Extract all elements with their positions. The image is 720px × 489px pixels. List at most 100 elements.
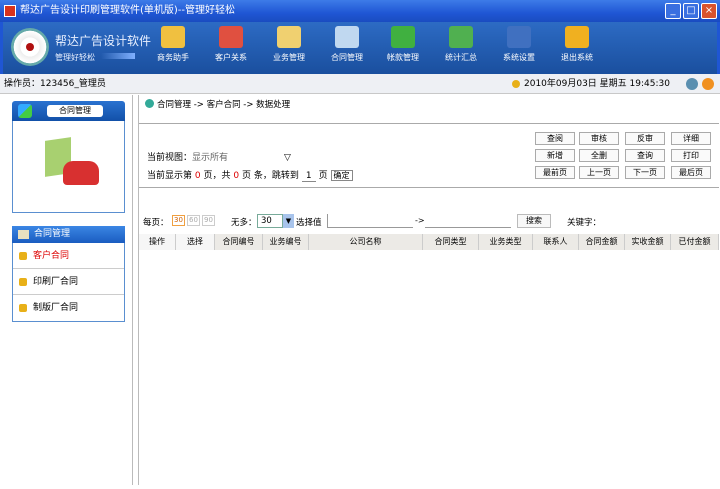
action-button[interactable]: 下一页 bbox=[625, 166, 665, 179]
page-current: 0 bbox=[194, 171, 201, 181]
action-button[interactable]: 最后页 bbox=[671, 166, 711, 179]
help-icon[interactable] bbox=[702, 78, 714, 90]
toolbar-label: 帐款管理 bbox=[387, 53, 419, 62]
gear-logo-icon bbox=[11, 28, 49, 66]
datetime: 2010年09月03日 星期五 19:45:30 bbox=[524, 79, 670, 89]
panel-title: 合同管理 bbox=[47, 105, 103, 117]
view-select[interactable]: 显示所有 bbox=[192, 150, 284, 163]
value-input[interactable] bbox=[327, 214, 413, 228]
status-bar: 操作员：123456_管理员 2010年09月03日 星期五 19:45:30 bbox=[0, 74, 720, 94]
menu: 客户合同 印刷厂合同 制版厂合同 bbox=[12, 243, 125, 322]
per-page-label: 每页： bbox=[143, 218, 169, 228]
app-icon bbox=[4, 5, 16, 17]
column-header[interactable]: 业务编号 bbox=[263, 234, 309, 250]
maximize-button[interactable]: □ bbox=[683, 3, 699, 19]
menu-item-label: 印刷厂合同 bbox=[33, 277, 79, 287]
column-header[interactable]: 联系人 bbox=[533, 234, 579, 250]
close-button[interactable]: × bbox=[701, 3, 717, 19]
toolbar-label: 客户关系 bbox=[215, 53, 247, 62]
brand-slogan: 管理好轻松 bbox=[55, 53, 95, 62]
view-row: 当前视图：显示所有 ▽ bbox=[147, 150, 291, 163]
per-page-option[interactable]: 90 bbox=[202, 215, 215, 226]
menu-item-plate-contract[interactable]: 制版厂合同 bbox=[13, 295, 124, 321]
jump-unit: 页 bbox=[318, 171, 328, 181]
column-header[interactable]: 实收金额 bbox=[625, 234, 671, 250]
keyword-label: 关键字： bbox=[567, 218, 602, 228]
action-button[interactable]: 新增 bbox=[535, 149, 575, 162]
menu-item-label: 制版厂合同 bbox=[33, 303, 79, 313]
action-button[interactable]: 全删 bbox=[579, 149, 619, 162]
toolbar-label: 业务管理 bbox=[273, 53, 305, 62]
page-suffix: 页 条，跳转到 bbox=[242, 171, 299, 181]
action-button[interactable]: 详细 bbox=[671, 132, 711, 145]
toolbar-icon bbox=[391, 26, 415, 48]
column-header[interactable]: 选择 bbox=[176, 234, 215, 250]
sidebar: 合同管理 合同管理 客户合同 印刷厂合同 制版厂合同 bbox=[3, 95, 133, 485]
column-header[interactable]: 业务类型 bbox=[479, 234, 533, 250]
toolbar-icon bbox=[565, 26, 589, 48]
view-label: 当前视图： bbox=[147, 153, 193, 163]
action-button[interactable]: 最前页 bbox=[535, 166, 575, 179]
panel-image bbox=[12, 121, 125, 213]
network-icon[interactable] bbox=[686, 78, 698, 90]
toolbar-label: 统计汇总 bbox=[445, 53, 477, 62]
column-header[interactable]: 操作 bbox=[139, 234, 176, 250]
per-page-option[interactable]: 60 bbox=[187, 215, 200, 226]
toolbar-icon bbox=[219, 26, 243, 48]
toolbar-label: 系统设置 bbox=[503, 53, 535, 62]
toolbar-button-0[interactable]: 商务助手 bbox=[145, 26, 201, 63]
cubes-icon bbox=[18, 104, 32, 118]
toolbar-label: 退出系统 bbox=[561, 53, 593, 62]
toolbar-button-3[interactable]: 合同管理 bbox=[319, 26, 375, 63]
divider bbox=[139, 123, 719, 124]
toolbar-button-5[interactable]: 统计汇总 bbox=[433, 26, 489, 63]
column-header[interactable]: 合同编号 bbox=[215, 234, 263, 250]
cube-icon bbox=[19, 278, 27, 286]
column-header[interactable]: 已付金额 bbox=[671, 234, 719, 250]
column-header[interactable]: 合同金额 bbox=[579, 234, 625, 250]
minimize-button[interactable]: _ bbox=[665, 3, 681, 19]
globe-icon bbox=[145, 99, 154, 108]
confirm-button[interactable]: 确定 bbox=[330, 170, 353, 181]
operator-label: 操作员：123456_管理员 bbox=[4, 79, 106, 89]
main-panel: 合同管理 -> 客户合同 -> 数据处理 当前视图：显示所有 ▽ 当前显示第 0 … bbox=[138, 95, 719, 485]
count-select[interactable]: 30 bbox=[257, 214, 283, 228]
action-button[interactable]: 查询 bbox=[625, 149, 665, 162]
toolbar-icon bbox=[277, 26, 301, 48]
per-page-option[interactable]: 30 bbox=[172, 215, 185, 226]
column-header[interactable]: 合同类型 bbox=[423, 234, 479, 250]
page-mid: 页，共 bbox=[203, 171, 231, 181]
cube-icon bbox=[19, 252, 27, 260]
toolbar-button-4[interactable]: 帐款管理 bbox=[375, 26, 431, 63]
toolbar-icon bbox=[161, 26, 185, 48]
action-button[interactable]: 打印 bbox=[671, 149, 711, 162]
menu-header[interactable]: 合同管理 bbox=[12, 226, 125, 243]
action-button[interactable]: 反审 bbox=[625, 132, 665, 145]
menu-item-client-contract[interactable]: 客户合同 bbox=[13, 243, 124, 269]
value-input-2[interactable] bbox=[425, 214, 511, 228]
breadcrumb-text: 合同管理 -> 客户合同 -> 数据处理 bbox=[157, 100, 291, 110]
menu-item-printer-contract[interactable]: 印刷厂合同 bbox=[13, 269, 124, 295]
brand-name: 帮达广告设计软件 bbox=[55, 34, 152, 48]
panel-header: 合同管理 bbox=[12, 101, 125, 121]
title-bar: 帮达广告设计印刷管理软件(单机版)--管理好轻松 _ □ × bbox=[0, 0, 720, 22]
toolbar: 帮达广告设计软件 管理好轻松 商务助手 客户关系 业务管理 合同管理 帐款管理 统计汇总 系… bbox=[0, 22, 720, 74]
action-button[interactable]: 上一页 bbox=[579, 166, 619, 179]
dropdown-icon[interactable]: ▽ bbox=[284, 153, 291, 163]
toolbar-button-2[interactable]: 业务管理 bbox=[261, 26, 317, 63]
jump-input[interactable]: 1 bbox=[301, 171, 316, 182]
people-icon bbox=[63, 161, 99, 185]
toolbar-button-6[interactable]: 系统设置 bbox=[491, 26, 547, 63]
menu-item-label: 客户合同 bbox=[33, 251, 70, 261]
toolbar-label: 商务助手 bbox=[157, 53, 189, 62]
toolbar-button-7[interactable]: 退出系统 bbox=[549, 26, 605, 63]
toolbar-label: 合同管理 bbox=[331, 53, 363, 62]
chevron-down-icon[interactable]: ▼ bbox=[283, 214, 294, 228]
action-button[interactable]: 审核 bbox=[579, 132, 619, 145]
column-header[interactable]: 公司名称 bbox=[309, 234, 423, 250]
search-button[interactable]: 搜索 bbox=[517, 214, 551, 228]
action-button[interactable]: 查阅 bbox=[535, 132, 575, 145]
toolbar-button-1[interactable]: 客户关系 bbox=[203, 26, 259, 63]
arrow-text: -> bbox=[415, 216, 425, 225]
menu-title: 合同管理 bbox=[34, 229, 71, 239]
